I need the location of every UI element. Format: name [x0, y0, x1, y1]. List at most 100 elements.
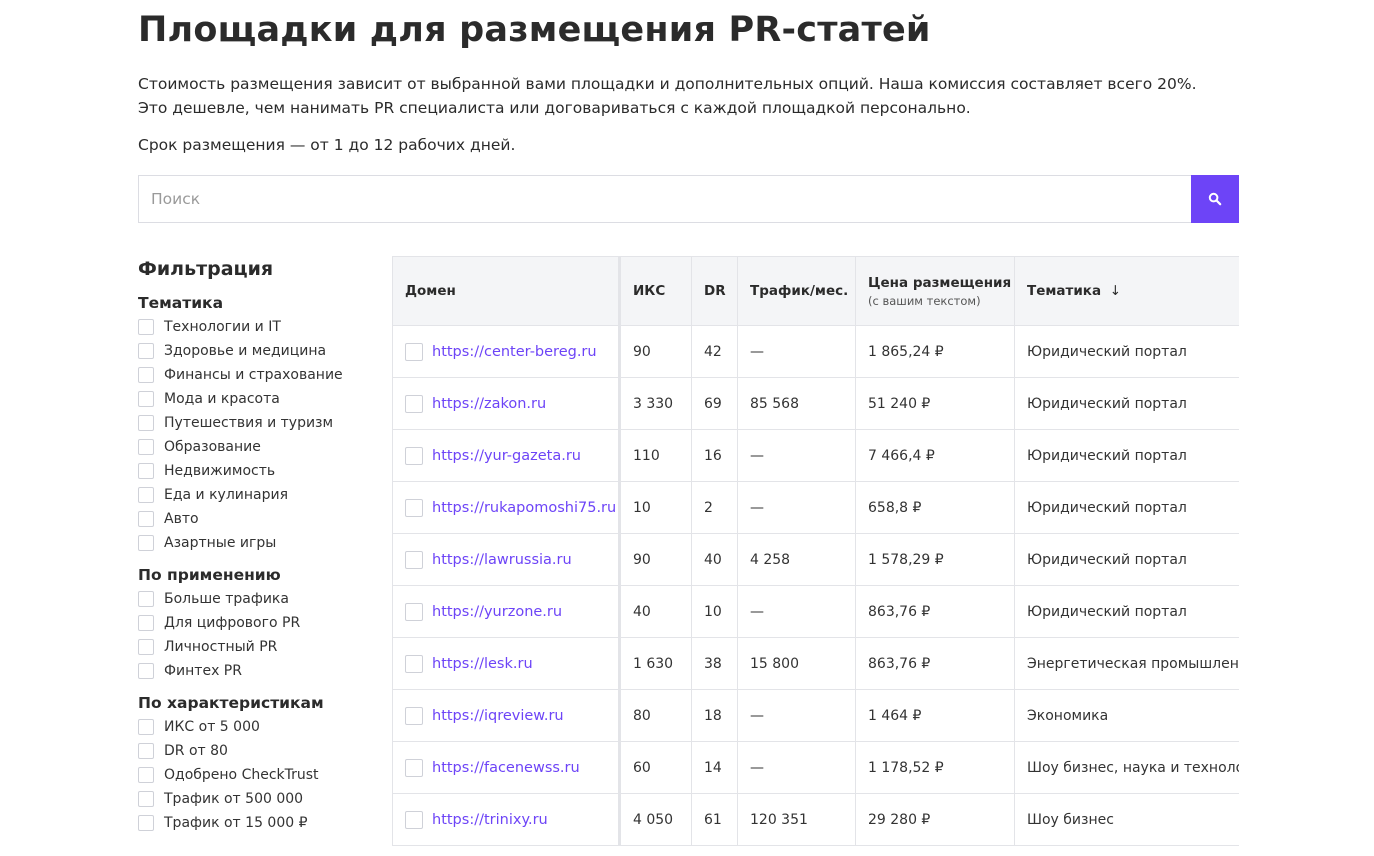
search-bar: [138, 175, 1239, 223]
filter-option[interactable]: Путешествия и туризм: [138, 411, 378, 435]
cell-topic: Юридический портал: [1014, 481, 1239, 534]
domain-link[interactable]: https://zakon.ru: [432, 396, 546, 412]
filter-option[interactable]: Трафик от 15 000 ₽: [138, 811, 378, 835]
filter-option[interactable]: Трафик от 500 000: [138, 787, 378, 811]
cell-iks: 60: [619, 741, 692, 794]
filter-checkbox[interactable]: [138, 791, 154, 807]
domain-link[interactable]: https://facenewss.ru: [432, 760, 580, 776]
cell-domain: https://iqreview.ru: [392, 689, 621, 742]
filter-checkbox[interactable]: [138, 663, 154, 679]
filter-option[interactable]: Мода и красота: [138, 387, 378, 411]
domain-link[interactable]: https://lawrussia.ru: [432, 552, 572, 568]
row-checkbox[interactable]: [405, 394, 423, 413]
domain-link[interactable]: https://center-bereg.ru: [432, 344, 597, 360]
filter-option[interactable]: Технологии и IT: [138, 315, 378, 339]
filter-checkbox[interactable]: [138, 615, 154, 631]
filter-checkbox[interactable]: [138, 815, 154, 831]
header-dr[interactable]: DR: [691, 256, 738, 326]
intro-text: Стоимость размещения зависит от выбранно…: [138, 72, 1197, 120]
filter-checkbox[interactable]: [138, 367, 154, 383]
search-button[interactable]: [1191, 175, 1239, 223]
filter-option[interactable]: DR от 80: [138, 739, 378, 763]
cell-iks: 110: [619, 429, 692, 482]
filter-checkbox[interactable]: [138, 767, 154, 783]
filter-checkbox[interactable]: [138, 463, 154, 479]
sites-table-container: Домен ИКС DR Трафик/мес. Цена размещения…: [392, 256, 1239, 856]
cell-iks: 10: [619, 481, 692, 534]
filter-checkbox[interactable]: [138, 743, 154, 759]
row-checkbox[interactable]: [405, 446, 423, 465]
domain-link[interactable]: https://rukapomoshi75.ru: [432, 500, 616, 516]
cell-traffic: 15 800: [737, 637, 856, 690]
header-traffic[interactable]: Трафик/мес.: [737, 256, 856, 326]
table-row: https://facenewss.ru 60 14—1 178,52 ₽ Шоу б…: [392, 741, 1239, 794]
domain-link[interactable]: https://yur-gazeta.ru: [432, 448, 581, 464]
header-iks[interactable]: ИКС: [619, 256, 692, 326]
filter-option-label: Путешествия и туризм: [164, 415, 334, 431]
cell-iks: 90: [619, 325, 692, 378]
filter-checkbox[interactable]: [138, 511, 154, 527]
cell-topic: Юридический портал: [1014, 325, 1239, 378]
header-topic-label: Тематика: [1027, 283, 1102, 299]
domain-link[interactable]: https://yurzone.ru: [432, 604, 562, 620]
cell-topic: Юридический портал: [1014, 429, 1239, 482]
domain-link[interactable]: https://iqreview.ru: [432, 708, 564, 724]
row-checkbox[interactable]: [405, 654, 423, 673]
cell-price: 863,76 ₽: [855, 637, 1015, 690]
filter-option[interactable]: Здоровье и медицина: [138, 339, 378, 363]
filter-option[interactable]: Для цифрового PR: [138, 611, 378, 635]
filter-checkbox[interactable]: [138, 343, 154, 359]
filter-option[interactable]: Финансы и страхование: [138, 363, 378, 387]
filter-checkbox[interactable]: [138, 319, 154, 335]
filter-option-label: Еда и кулинария: [164, 487, 289, 503]
row-checkbox[interactable]: [405, 706, 423, 725]
filter-checkbox[interactable]: [138, 719, 154, 735]
row-checkbox[interactable]: [405, 498, 423, 517]
filter-checkbox[interactable]: [138, 415, 154, 431]
filter-option[interactable]: Авто: [138, 507, 378, 531]
filter-option-label: Больше трафика: [164, 591, 289, 607]
filter-option[interactable]: Образование: [138, 435, 378, 459]
domain-link[interactable]: https://trinixy.ru: [432, 812, 548, 828]
filter-checkbox[interactable]: [138, 639, 154, 655]
filter-option[interactable]: ИКС от 5 000: [138, 715, 378, 739]
filter-option[interactable]: Еда и кулинария: [138, 483, 378, 507]
row-checkbox[interactable]: [405, 602, 423, 621]
filter-option-label: Азартные игры: [164, 535, 277, 551]
cell-price: 863,76 ₽: [855, 585, 1015, 638]
table-row: https://yurzone.ru 40 10—863,76 ₽ Юридическ…: [392, 585, 1239, 638]
search-input[interactable]: [138, 175, 1191, 223]
cell-dr: 10: [691, 585, 738, 638]
filter-option[interactable]: Азартные игры: [138, 531, 378, 555]
cell-domain: https://center-bereg.ru: [392, 325, 621, 378]
cell-dr: 14: [691, 741, 738, 794]
filter-option[interactable]: Одобрено CheckTrust: [138, 763, 378, 787]
header-topic[interactable]: Тематика ↓: [1014, 256, 1239, 326]
header-price[interactable]: Цена размещения (с вашим текстом): [855, 256, 1015, 326]
row-checkbox[interactable]: [405, 342, 423, 361]
row-checkbox[interactable]: [405, 810, 423, 829]
filter-checkbox[interactable]: [138, 591, 154, 607]
filter-checkbox[interactable]: [138, 487, 154, 503]
sort-arrow-icon: ↓: [1109, 283, 1122, 299]
cell-price: 51 240 ₽: [855, 377, 1015, 430]
cell-domain: https://lawrussia.ru: [392, 533, 621, 586]
filter-option[interactable]: Финтех PR: [138, 659, 378, 683]
table-row: https://lawrussia.ru 90 40 4 258 1 578,29 ₽ Ю…: [392, 533, 1239, 586]
header-domain[interactable]: Домен: [392, 256, 621, 326]
cell-iks: 4 050: [619, 793, 692, 846]
filter-option[interactable]: Личностный PR: [138, 635, 378, 659]
filter-checkbox[interactable]: [138, 535, 154, 551]
domain-link[interactable]: https://lesk.ru: [432, 656, 533, 672]
cell-domain: https://yurzone.ru: [392, 585, 621, 638]
filter-option[interactable]: Больше трафика: [138, 587, 378, 611]
table-row: https://center-bereg.ru 90 42—1 865,24 ₽ Юр…: [392, 325, 1239, 378]
row-checkbox[interactable]: [405, 550, 423, 569]
filter-option[interactable]: Недвижимость: [138, 459, 378, 483]
cell-topic: Юридический портал: [1014, 585, 1239, 638]
filter-checkbox[interactable]: [138, 439, 154, 455]
table-body: https://center-bereg.ru 90 42—1 865,24 ₽ Юр…: [392, 325, 1239, 846]
row-checkbox[interactable]: [405, 758, 423, 777]
cell-traffic: —: [737, 481, 856, 534]
filter-checkbox[interactable]: [138, 391, 154, 407]
